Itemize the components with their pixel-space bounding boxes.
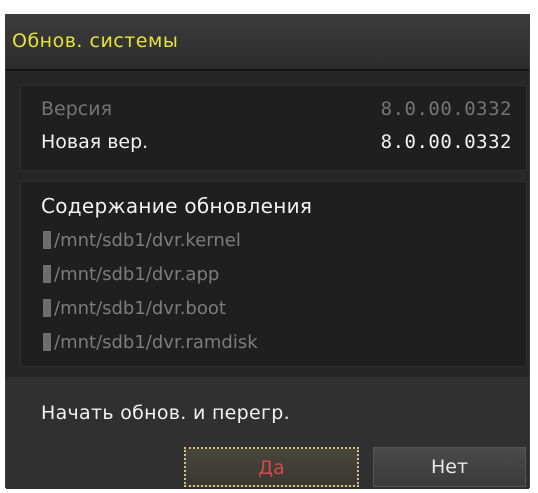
file-item: /mnt/sdb1/dvr.ramdisk bbox=[43, 332, 258, 356]
update-dialog: Обнов. системы Версия 8.0.00.0332 Новая … bbox=[5, 14, 530, 489]
action-prompt: Начать обнов. и перегр. bbox=[41, 402, 291, 424]
dialog-title: Обнов. системы bbox=[12, 30, 179, 52]
no-button[interactable]: Нет bbox=[373, 447, 526, 487]
new-version-label: Новая вер. bbox=[41, 131, 149, 153]
current-version-row: Версия 8.0.00.0332 bbox=[41, 98, 512, 124]
file-path: /mnt/sdb1/dvr.ramdisk bbox=[54, 332, 258, 353]
update-content-panel: Содержание обновления /mnt/sdb1/dvr.kern… bbox=[20, 181, 527, 367]
yes-button[interactable]: Да bbox=[184, 447, 359, 487]
new-version-row: Новая вер. 8.0.00.0332 bbox=[41, 131, 512, 157]
file-path: /mnt/sdb1/dvr.kernel bbox=[54, 230, 241, 251]
file-path: /mnt/sdb1/dvr.boot bbox=[54, 298, 226, 319]
file-path: /mnt/sdb1/dvr.app bbox=[54, 264, 220, 285]
update-content-heading: Содержание обновления bbox=[41, 194, 313, 218]
file-marker-icon bbox=[43, 231, 51, 249]
dialog-titlebar: Обнов. системы bbox=[6, 15, 529, 71]
file-item: /mnt/sdb1/dvr.app bbox=[43, 264, 219, 288]
dialog-footer: Начать обнов. и перегр. Да Нет bbox=[6, 377, 529, 489]
new-version-value: 8.0.00.0332 bbox=[380, 131, 512, 153]
file-item: /mnt/sdb1/dvr.kernel bbox=[43, 230, 241, 254]
version-panel: Версия 8.0.00.0332 Новая вер. 8.0.00.033… bbox=[20, 85, 527, 171]
file-marker-icon bbox=[43, 299, 51, 317]
file-marker-icon bbox=[43, 333, 51, 351]
file-marker-icon bbox=[43, 265, 51, 283]
current-version-value: 8.0.00.0332 bbox=[380, 98, 512, 120]
file-item: /mnt/sdb1/dvr.boot bbox=[43, 298, 226, 322]
current-version-label: Версия bbox=[41, 98, 113, 120]
